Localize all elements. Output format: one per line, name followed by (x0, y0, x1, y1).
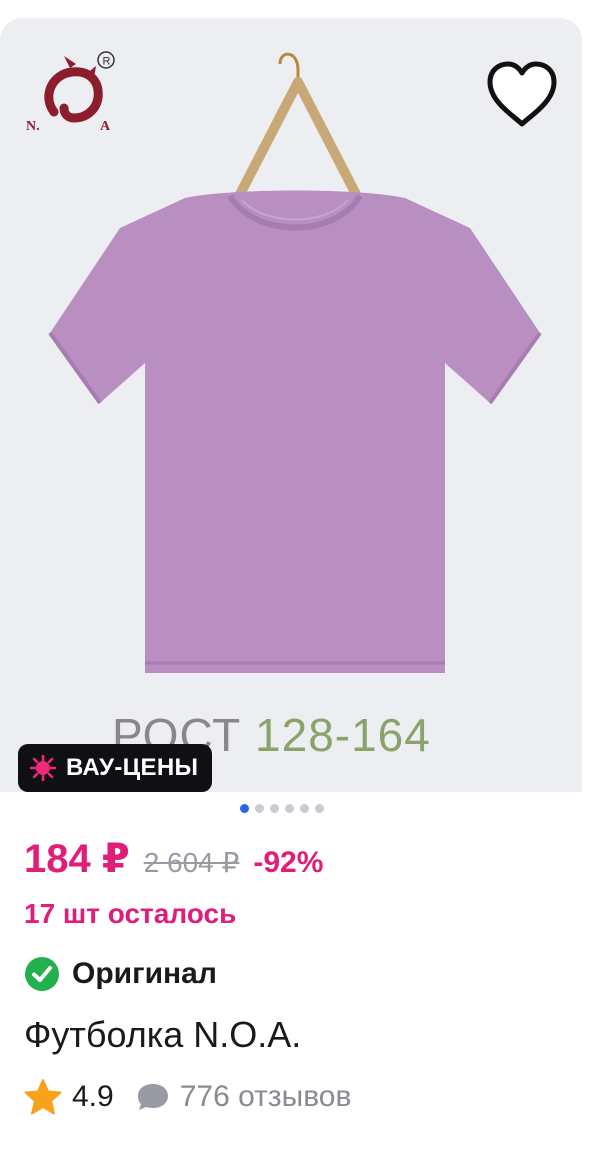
favorite-heart-icon[interactable] (484, 58, 560, 134)
carousel-dot[interactable] (240, 804, 249, 813)
carousel-dot[interactable] (300, 804, 309, 813)
stock-remaining: 17 шт осталось (24, 898, 237, 929)
current-price: 184 ₽ (24, 837, 130, 881)
svg-text:N.: N. (26, 119, 40, 132)
svg-text:R: R (103, 56, 111, 68)
carousel-dot[interactable] (315, 804, 324, 813)
sparkle-icon (30, 755, 56, 781)
check-circle-icon (25, 957, 59, 991)
price-row: 184 ₽ 2 604 ₽ -92% (24, 836, 323, 882)
brand-logo: R N. A (26, 51, 115, 132)
tshirt-image (48, 190, 542, 673)
product-title[interactable]: Футболка N.O.A. (24, 1014, 301, 1056)
product-image[interactable]: R N. A РОСТ 128-164 ВАУ-ЦЕНЫ (0, 18, 582, 792)
carousel-dot[interactable] (270, 804, 279, 813)
discount-percent: -92% (253, 846, 324, 879)
old-price: 2 604 ₽ (143, 847, 240, 878)
promo-badge-label: ВАУ-ЦЕНЫ (66, 754, 199, 781)
svg-text:A: A (100, 119, 111, 132)
carousel-dot[interactable] (255, 804, 264, 813)
carousel-dots[interactable] (240, 804, 324, 813)
rating-value: 4.9 (72, 1080, 114, 1113)
original-label: Оригинал (72, 957, 217, 990)
comment-bubble-icon (137, 1084, 168, 1110)
rating-row[interactable]: 4.9 776 отзывов (24, 1078, 351, 1116)
promo-badge[interactable]: ВАУ-ЦЕНЫ (18, 744, 213, 792)
carousel-dot[interactable] (285, 804, 294, 813)
star-icon (24, 1079, 62, 1115)
original-indicator: Оригинал (24, 956, 217, 992)
product-card[interactable]: R N. A РОСТ 128-164 ВАУ-ЦЕНЫ 184 ₽ 2 604… (0, 0, 589, 1150)
reviews-count: 776 отзывов (179, 1080, 352, 1113)
